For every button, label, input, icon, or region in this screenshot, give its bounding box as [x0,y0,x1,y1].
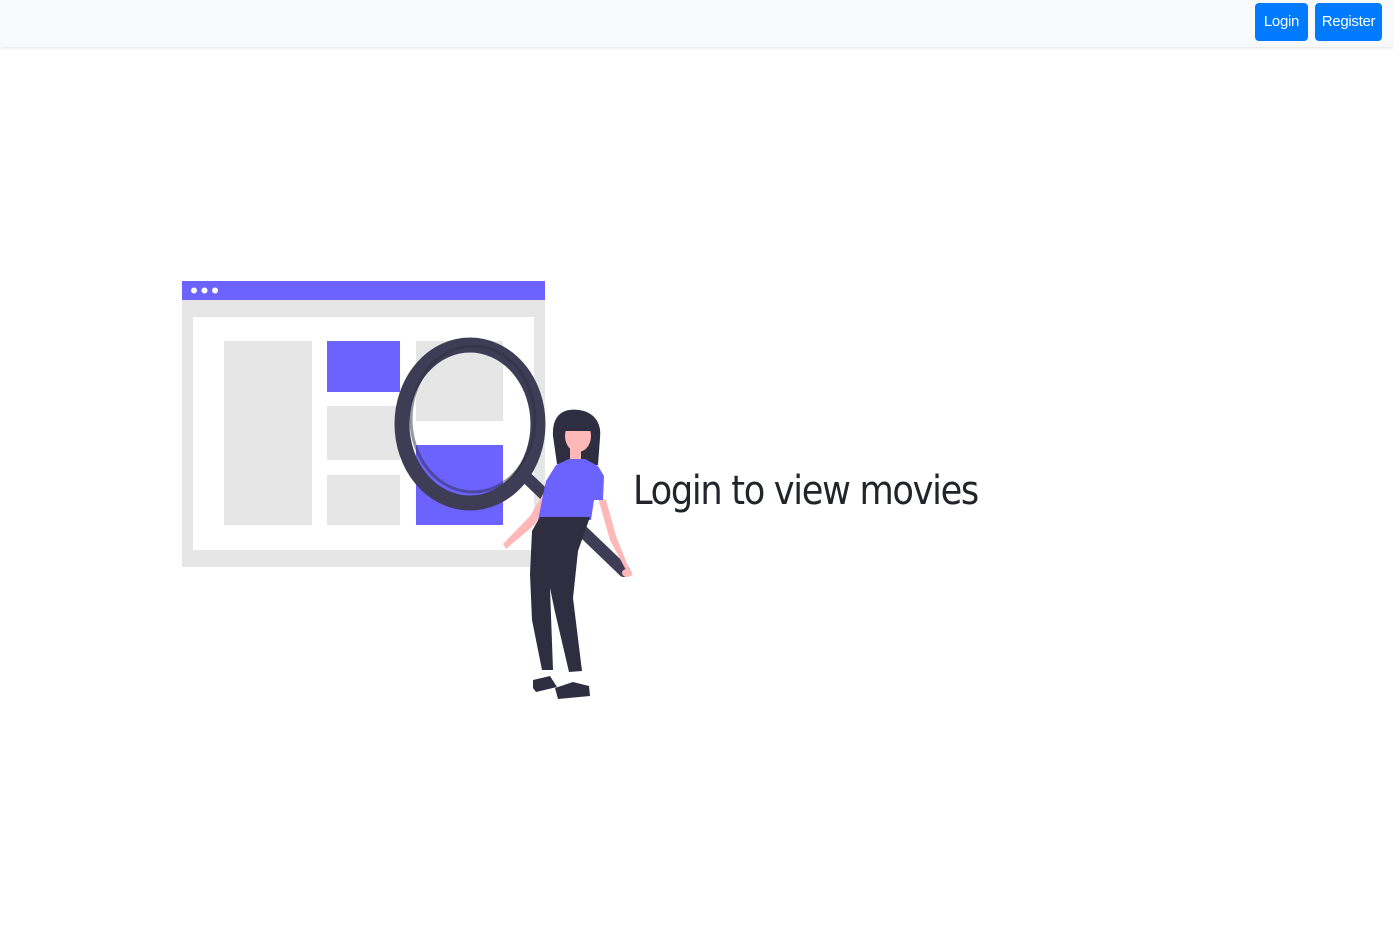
register-button[interactable]: Register [1315,3,1382,41]
search-illustration [182,281,633,699]
login-button[interactable]: Login [1255,3,1308,41]
top-navbar: Login Register [0,0,1394,47]
browser-window-graphic [182,281,545,567]
page-headline: Login to view movies [633,468,979,514]
